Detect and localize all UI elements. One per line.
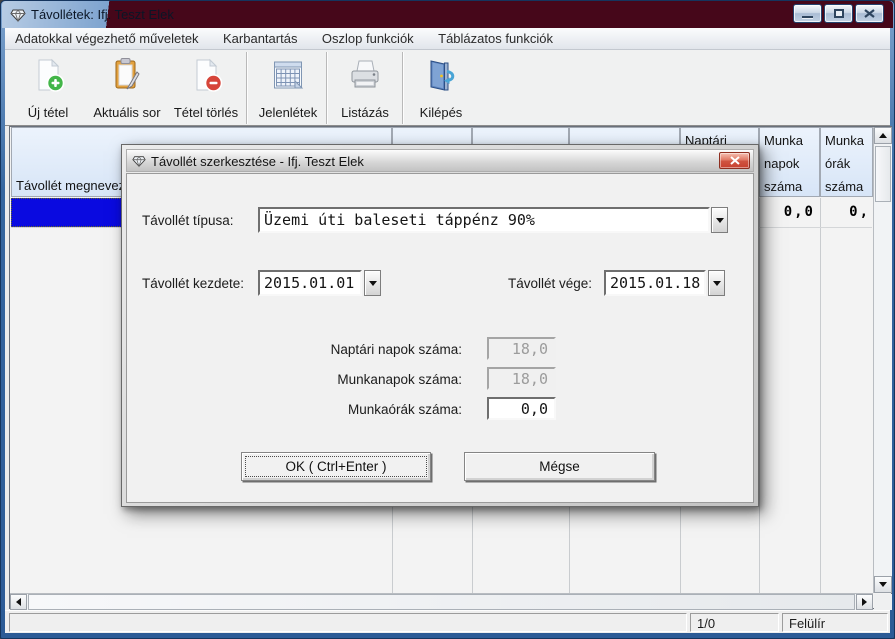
arrow-left-icon xyxy=(16,598,21,606)
cell-work-days[interactable]: 0,0 xyxy=(759,198,815,227)
current-row-button[interactable]: Aktuális sor xyxy=(87,54,167,122)
scroll-down-button[interactable] xyxy=(874,576,892,593)
absence-end-label: Távollét vége: xyxy=(508,276,592,291)
menu-item-column-functions[interactable]: Oszlop funkciók xyxy=(312,28,424,50)
absence-end-input[interactable] xyxy=(604,270,706,296)
cancel-button[interactable]: Mégse xyxy=(464,452,655,481)
scrollbar-corner xyxy=(874,594,892,610)
application-window: Távollétek: Ifj. Teszt Elek Adatokkal vé… xyxy=(0,0,895,639)
chevron-down-icon xyxy=(716,218,724,223)
vertical-scroll-thumb[interactable] xyxy=(875,146,891,202)
status-message-panel xyxy=(9,613,687,632)
print-list-button[interactable]: Listázás xyxy=(332,54,398,122)
absence-start-label: Távollét kezdete: xyxy=(142,276,244,291)
input-mode-indicator: Felülír xyxy=(782,613,888,632)
cell-work-hours[interactable]: 0, xyxy=(820,198,872,227)
close-button[interactable] xyxy=(855,4,884,23)
arrow-right-icon xyxy=(862,598,867,606)
absence-type-dropdown-button[interactable] xyxy=(711,207,728,233)
absence-type-input[interactable] xyxy=(258,207,710,233)
header-line: órák xyxy=(821,151,872,174)
diamond-gem-icon xyxy=(10,7,26,23)
toolbar-button-label: Listázás xyxy=(341,105,389,120)
header-line: napok xyxy=(760,151,819,174)
delete-item-button[interactable]: Tétel törlés xyxy=(169,54,243,122)
new-item-button[interactable]: Új tétel xyxy=(15,54,81,122)
page-plus-icon xyxy=(30,57,66,93)
column-header-work-hours[interactable]: Munka órák száma xyxy=(820,127,873,197)
header-line: száma xyxy=(760,174,819,197)
work-days-label: Munkanapok száma: xyxy=(257,372,462,387)
toolbar-separator xyxy=(246,52,247,124)
absence-type-label: Távollét típusa: xyxy=(142,213,234,228)
scroll-left-button[interactable] xyxy=(10,594,27,610)
toolbar-button-label: Aktuális sor xyxy=(93,105,160,120)
toolbar-button-label: Jelenlétek xyxy=(259,105,318,120)
absence-type-combo xyxy=(258,207,710,233)
toolbar-button-label: Kilépés xyxy=(420,105,463,120)
window-controls xyxy=(793,4,884,23)
chevron-down-icon xyxy=(713,281,721,286)
work-days-field xyxy=(487,367,556,390)
vertical-scrollbar[interactable] xyxy=(873,127,892,593)
clipboard-edit-icon xyxy=(109,57,145,93)
gridline xyxy=(820,198,821,593)
arrow-down-icon xyxy=(879,582,887,587)
diamond-gem-icon xyxy=(132,154,146,168)
toolbar-button-label: Tétel törlés xyxy=(174,105,238,120)
column-header-work-days[interactable]: Munka napok száma xyxy=(759,127,820,197)
absence-start-combo xyxy=(258,270,380,296)
maximize-icon xyxy=(834,9,844,18)
minimize-icon xyxy=(802,16,813,19)
printer-icon xyxy=(347,57,383,93)
dialog-title: Távollét szerkesztése - Ifj. Teszt Elek xyxy=(151,154,364,169)
ok-button-label: OK ( Ctrl+Enter ) xyxy=(286,459,387,474)
menu-item-data-operations[interactable]: Adatokkal végezhető műveletek xyxy=(5,28,209,50)
toolbar-separator xyxy=(402,52,403,124)
toolbar: Új tétel Aktuális sor Tétel törl xyxy=(5,50,890,126)
minimize-button[interactable] xyxy=(793,4,822,23)
work-hours-field[interactable] xyxy=(487,397,556,420)
edit-absence-dialog: Távollét szerkesztése - Ifj. Teszt Elek … xyxy=(121,144,759,507)
dialog-close-button[interactable] xyxy=(719,152,750,169)
absence-end-dropdown-button[interactable] xyxy=(708,270,725,296)
calendar-days-label: Naptári napok száma: xyxy=(257,342,462,357)
arrow-up-icon xyxy=(879,133,887,138)
window-title: Távollétek: Ifj. Teszt Elek xyxy=(31,7,174,22)
dialog-body: Távollét típusa: Távollét kezdete: Távol… xyxy=(126,173,754,503)
horizontal-scrollbar[interactable] xyxy=(10,593,873,610)
calendar-days-field xyxy=(487,337,556,360)
cancel-button-label: Mégse xyxy=(539,459,580,474)
close-icon xyxy=(864,9,875,18)
status-bar: 1/0 Felülír xyxy=(5,610,890,633)
close-icon xyxy=(730,156,740,165)
page-minus-icon xyxy=(188,57,224,93)
exit-door-icon xyxy=(423,57,459,93)
menu-item-maintenance[interactable]: Karbantartás xyxy=(213,28,307,50)
header-line: Munka xyxy=(760,128,819,151)
calendar-icon xyxy=(270,57,306,93)
absence-start-input[interactable] xyxy=(258,270,362,296)
maximize-button[interactable] xyxy=(824,4,853,23)
dialog-titlebar: Távollét szerkesztése - Ifj. Teszt Elek xyxy=(126,149,754,172)
work-hours-label: Munkaórák száma: xyxy=(257,402,462,417)
header-line: száma xyxy=(821,174,872,197)
menu-item-table-functions[interactable]: Táblázatos funkciók xyxy=(428,28,563,50)
header-line: Munka xyxy=(821,128,872,151)
gridline xyxy=(759,198,760,593)
attendance-button[interactable]: Jelenlétek xyxy=(252,54,324,122)
chevron-down-icon xyxy=(369,281,377,286)
scroll-right-button[interactable] xyxy=(856,594,873,610)
exit-button[interactable]: Kilépés xyxy=(408,54,474,122)
horizontal-scroll-thumb[interactable] xyxy=(28,594,855,610)
toolbar-separator xyxy=(326,52,327,124)
window-titlebar: Távollétek: Ifj. Teszt Elek xyxy=(2,1,893,28)
absence-start-dropdown-button[interactable] xyxy=(364,270,381,296)
toolbar-button-label: Új tétel xyxy=(28,105,68,120)
menu-bar: Adatokkal végezhető műveletek Karbantart… xyxy=(5,28,890,50)
ok-button[interactable]: OK ( Ctrl+Enter ) xyxy=(241,452,431,481)
record-counter: 1/0 xyxy=(690,613,779,632)
absence-end-combo xyxy=(604,270,724,296)
scroll-up-button[interactable] xyxy=(874,127,892,144)
